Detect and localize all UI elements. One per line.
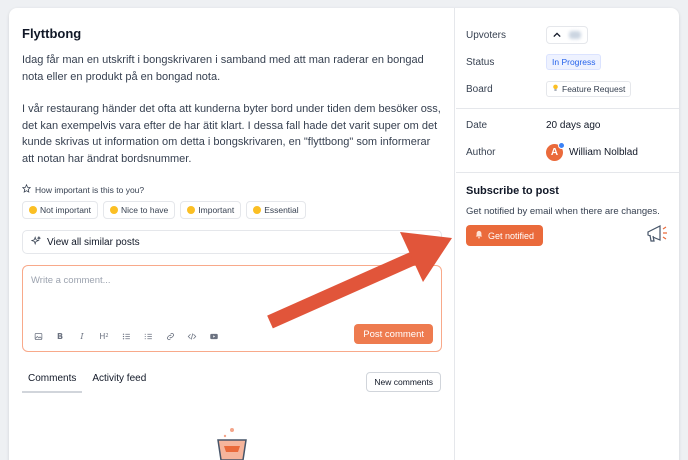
emoji-icon xyxy=(110,206,119,214)
author-name: William Nolblad xyxy=(569,147,638,158)
chevron-up-icon xyxy=(553,30,561,40)
post-paragraph: Idag får man en utskrift i bongskrivaren… xyxy=(22,54,424,83)
board-row: Board Feature Request xyxy=(466,81,632,97)
verified-badge-icon xyxy=(558,142,565,149)
emoji-icon xyxy=(29,206,37,214)
importance-essential[interactable]: Essential xyxy=(246,201,306,219)
importance-question-text: How important is this to you? xyxy=(35,184,145,195)
italic-icon[interactable]: I xyxy=(75,329,89,343)
lightbulb-icon xyxy=(552,84,559,94)
post-title: Flyttbong xyxy=(22,26,82,41)
status-row: Status In Progress xyxy=(466,54,602,70)
sidebar-divider xyxy=(456,172,679,173)
comment-editor: B I H2 Post comment xyxy=(22,265,442,352)
board-label: Board xyxy=(466,83,493,95)
sort-new-comments-button[interactable]: New comments xyxy=(366,372,441,392)
megaphone-icon xyxy=(645,223,669,250)
importance-not-important[interactable]: Not important xyxy=(22,201,99,219)
view-similar-posts-button[interactable]: View all similar posts xyxy=(22,230,442,254)
subscribe-title: Subscribe to post xyxy=(466,185,559,197)
code-icon[interactable] xyxy=(185,329,199,343)
upvote-count-blurred xyxy=(569,31,581,39)
tab-activity-feed[interactable]: Activity feed xyxy=(86,373,152,393)
upvoters-row: Upvoters xyxy=(466,26,588,44)
chip-label: Important xyxy=(198,205,235,215)
bullet-list-icon[interactable] xyxy=(119,329,133,343)
avatar-initial: A xyxy=(550,147,559,158)
board-value: Feature Request xyxy=(562,84,626,94)
author-label: Author xyxy=(466,147,496,158)
post-card: Flyttbong Idag får man en utskrift i bon… xyxy=(9,8,679,460)
chip-label: Not important xyxy=(40,205,92,215)
heading-2-icon[interactable]: H2 xyxy=(97,329,111,343)
sparkles-icon xyxy=(30,235,42,249)
post-sidebar: Upvoters Status In Progress Board Featur… xyxy=(456,8,679,460)
emoji-icon xyxy=(253,206,262,214)
post-main: Flyttbong Idag får man en utskrift i bon… xyxy=(9,8,455,460)
link-icon[interactable] xyxy=(163,329,177,343)
star-icon xyxy=(21,183,32,195)
bell-icon xyxy=(475,230,483,241)
date-value: 20 days ago xyxy=(546,120,601,131)
get-notified-label: Get notified xyxy=(488,230,535,241)
upvoters-label: Upvoters xyxy=(466,29,507,41)
post-paragraph: I vår restaurang händer det ofta att kun… xyxy=(22,103,441,165)
post-body: Idag får man en utskrift i bongskrivaren… xyxy=(22,52,444,167)
numbered-list-icon[interactable] xyxy=(141,329,155,343)
status-badge[interactable]: In Progress xyxy=(546,54,602,70)
board-badge[interactable]: Feature Request xyxy=(546,81,632,97)
chip-label: Essential xyxy=(264,205,299,215)
similar-label: View all similar posts xyxy=(47,236,140,248)
chip-label: Nice to have xyxy=(121,205,169,215)
author-row: Author A William Nolblad xyxy=(466,142,638,161)
sidebar-divider xyxy=(456,108,679,109)
image-icon[interactable] xyxy=(31,329,45,343)
status-label: Status xyxy=(466,56,495,68)
importance-important[interactable]: Important xyxy=(180,201,242,219)
importance-nice-to-have[interactable]: Nice to have xyxy=(103,201,176,219)
comment-tabs: Comments Activity feed xyxy=(22,373,152,393)
date-row: Date 20 days ago xyxy=(466,120,601,131)
subscribe-description: Get notified by email when there are cha… xyxy=(466,206,660,217)
importance-question: How important is this to you? xyxy=(21,183,145,195)
get-notified-button[interactable]: Get notified xyxy=(466,225,544,246)
importance-options: Not important Nice to have Important Ess… xyxy=(22,201,306,219)
comment-input[interactable] xyxy=(31,275,331,286)
emoji-icon xyxy=(187,206,196,214)
bold-icon[interactable]: B xyxy=(53,329,67,343)
upvote-button[interactable] xyxy=(546,26,588,44)
video-icon[interactable] xyxy=(207,329,221,343)
empty-inbox-icon xyxy=(212,426,252,460)
tab-comments[interactable]: Comments xyxy=(22,373,83,393)
editor-toolbar: B I H2 xyxy=(31,329,221,343)
avatar[interactable]: A xyxy=(546,142,565,161)
date-label: Date xyxy=(466,120,488,131)
post-comment-button[interactable]: Post comment xyxy=(354,324,433,344)
